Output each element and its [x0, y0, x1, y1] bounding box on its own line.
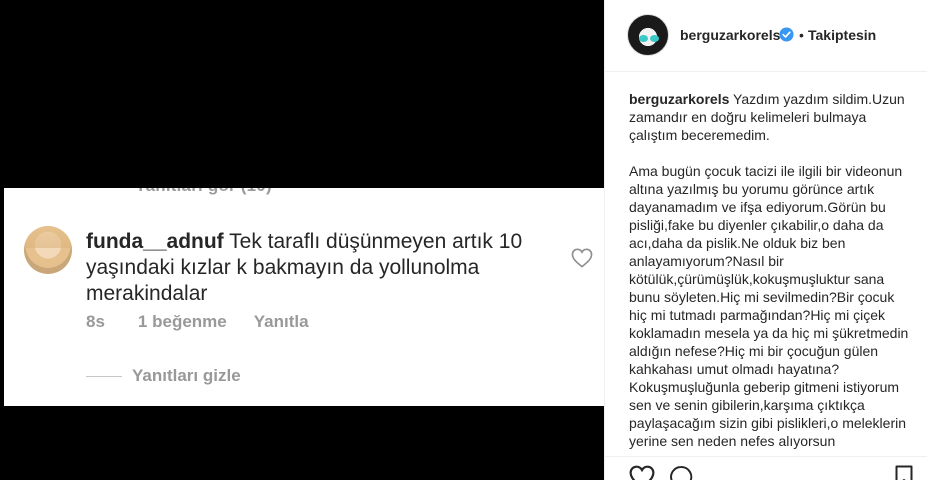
comment-meta: 8s 1 beğenme Yanıtla [86, 312, 342, 332]
comment-screenshot: Yanıtları gör (10) funda__adnuf Tek tara… [4, 188, 604, 406]
separator-dot: • [799, 27, 804, 43]
comment-body: funda__adnuf Tek taraflı düşünmeyen artı… [86, 229, 556, 307]
author-avatar[interactable] [627, 14, 669, 56]
comment-time: 8s [86, 312, 105, 331]
heart-icon[interactable] [629, 465, 655, 480]
commenter-username: funda__adnuf [86, 230, 224, 253]
comment-likes: 1 beğenme [137, 312, 227, 331]
heart-icon [571, 248, 593, 268]
post-caption: berguzarkorels Yazdım yazdım sildim.Uzun… [629, 90, 909, 468]
commenter-avatar [24, 226, 72, 274]
post-media[interactable]: Yanıtları gör (10) funda__adnuf Tek tara… [0, 0, 604, 480]
replies-divider [86, 376, 122, 377]
post-actions [605, 456, 927, 480]
avatar-eye-right [650, 35, 659, 42]
follow-status[interactable]: Takiptesin [808, 27, 876, 43]
instagram-post-view: Yanıtları gör (10) funda__adnuf Tek tara… [0, 0, 927, 480]
caption-username[interactable]: berguzarkorels [629, 91, 729, 107]
bookmark-icon[interactable] [895, 465, 913, 480]
hide-replies: Yanıtları gizle [132, 366, 241, 385]
verified-badge-icon [779, 27, 794, 42]
caption-paragraph-1: berguzarkorels Yazdım yazdım sildim.Uzun… [629, 90, 909, 144]
author-username[interactable]: berguzarkorels [680, 27, 780, 43]
post-side-panel: berguzarkorels • Takiptesin berguzarkore… [604, 0, 927, 480]
comment-icon[interactable] [669, 465, 693, 480]
post-header: berguzarkorels • Takiptesin [605, 0, 927, 72]
view-replies-cut-text: Yanıtları gör (10) [135, 188, 272, 196]
avatar-eye-left [639, 35, 648, 42]
caption-paragraph-2: Ama bugün çocuk tacizi ile ilgili bir vi… [629, 163, 909, 449]
comment-reply: Yanıtla [253, 312, 309, 331]
